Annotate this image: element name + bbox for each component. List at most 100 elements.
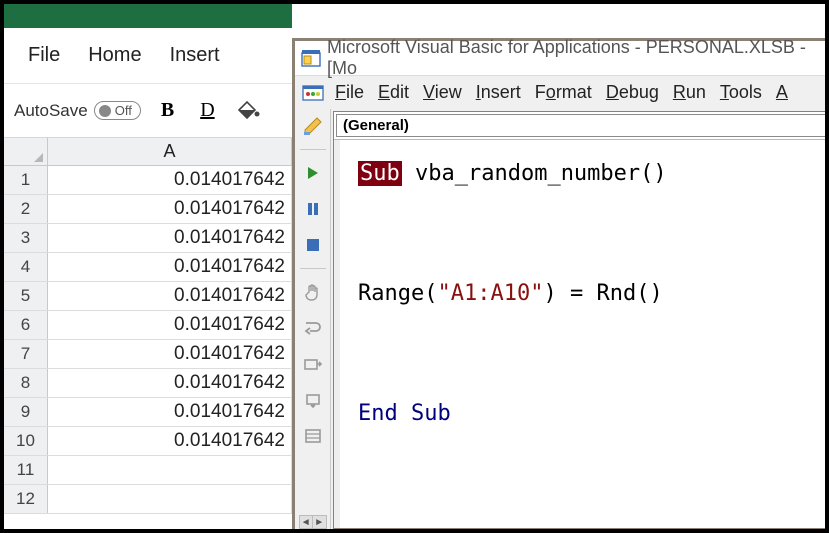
row-header[interactable]: 2 bbox=[4, 195, 48, 223]
sheet-row: 90.014017642 bbox=[4, 398, 292, 427]
menu-insert[interactable]: Insert bbox=[470, 80, 527, 105]
sheet-row: 50.014017642 bbox=[4, 282, 292, 311]
row-header[interactable]: 4 bbox=[4, 253, 48, 281]
column-header-a[interactable]: A bbox=[48, 138, 292, 165]
break-icon[interactable] bbox=[300, 196, 326, 222]
vbe-window: Microsoft Visual Basic for Applications … bbox=[292, 38, 825, 529]
kw-sub: Sub bbox=[358, 161, 402, 186]
row-header[interactable]: 11 bbox=[4, 456, 48, 484]
menu-edit[interactable]: Edit bbox=[372, 80, 415, 105]
tab-home[interactable]: Home bbox=[74, 38, 155, 73]
range-call: Range bbox=[358, 281, 424, 306]
object-dropdown-text: (General) bbox=[343, 117, 409, 134]
excel-titlebar bbox=[4, 4, 292, 28]
cell[interactable] bbox=[48, 485, 292, 513]
sheet-row: 80.014017642 bbox=[4, 369, 292, 398]
vbe-app-icon bbox=[301, 49, 321, 67]
row-header[interactable]: 10 bbox=[4, 427, 48, 455]
arrow-right-icon: ► bbox=[312, 516, 326, 528]
menu-addins[interactable]: A bbox=[770, 80, 794, 105]
sheet-row: 60.014017642 bbox=[4, 311, 292, 340]
underline-button[interactable]: D bbox=[194, 97, 220, 124]
vbe-side-toolbar: ◄ ► bbox=[295, 109, 331, 529]
cell[interactable]: 0.014017642 bbox=[48, 253, 292, 281]
menu-file[interactable]: File bbox=[329, 80, 370, 105]
code-pane: (General) Sub vba_random_number() Range(… bbox=[333, 111, 825, 529]
eq: = bbox=[557, 281, 597, 306]
cell[interactable]: 0.014017642 bbox=[48, 224, 292, 252]
autosave-state: Off bbox=[115, 103, 132, 118]
hand-icon[interactable] bbox=[300, 279, 326, 305]
menu-view[interactable]: View bbox=[417, 80, 468, 105]
parens2: () bbox=[636, 281, 663, 306]
arrow-left-icon: ◄ bbox=[300, 516, 313, 528]
run-icon[interactable] bbox=[300, 160, 326, 186]
fill-color-button[interactable] bbox=[235, 100, 261, 122]
open-p: ( bbox=[424, 281, 437, 306]
excel-ribbon-tabs: File Home Insert bbox=[4, 28, 292, 84]
design-mode-icon[interactable] bbox=[300, 113, 326, 139]
spreadsheet-grid[interactable]: A 10.01401764220.01401764230.01401764240… bbox=[4, 138, 292, 529]
bold-button[interactable]: B bbox=[155, 97, 180, 124]
reset-icon[interactable] bbox=[300, 232, 326, 258]
code-dropdown-bar: (General) bbox=[334, 112, 825, 140]
autosave-toggle[interactable]: Off bbox=[94, 101, 141, 120]
cell[interactable]: 0.014017642 bbox=[48, 195, 292, 223]
vbe-menubar: File Edit View Insert Format Debug Run T… bbox=[295, 75, 825, 109]
step-over-icon[interactable] bbox=[300, 351, 326, 377]
proc-name: vba_random_number bbox=[402, 161, 640, 186]
sheet-row: 11 bbox=[4, 456, 292, 485]
menu-tools[interactable]: Tools bbox=[714, 80, 768, 105]
cell[interactable] bbox=[48, 456, 292, 484]
select-all-corner[interactable] bbox=[4, 138, 48, 165]
vbe-title-text: Microsoft Visual Basic for Applications … bbox=[327, 37, 823, 79]
cell[interactable]: 0.014017642 bbox=[48, 398, 292, 426]
cell[interactable]: 0.014017642 bbox=[48, 340, 292, 368]
column-headers: A bbox=[4, 138, 292, 166]
menu-run[interactable]: Run bbox=[667, 80, 712, 105]
vbe-system-icon[interactable] bbox=[299, 81, 327, 105]
sheet-row: 100.014017642 bbox=[4, 427, 292, 456]
excel-window: File Home Insert AutoSave Off B D bbox=[4, 4, 292, 529]
row-header[interactable]: 6 bbox=[4, 311, 48, 339]
sheet-row: 30.014017642 bbox=[4, 224, 292, 253]
step-into-icon[interactable] bbox=[300, 315, 326, 341]
sheet-row: 20.014017642 bbox=[4, 195, 292, 224]
row-header[interactable]: 9 bbox=[4, 398, 48, 426]
sheet-row: 10.014017642 bbox=[4, 166, 292, 195]
rnd: Rnd bbox=[596, 281, 636, 306]
sheet-row: 70.014017642 bbox=[4, 340, 292, 369]
object-dropdown[interactable]: (General) bbox=[336, 114, 825, 137]
cell[interactable]: 0.014017642 bbox=[48, 369, 292, 397]
row-header[interactable]: 5 bbox=[4, 282, 48, 310]
toggle-knob-icon bbox=[99, 105, 111, 117]
row-header[interactable]: 8 bbox=[4, 369, 48, 397]
code-editor[interactable]: Sub vba_random_number() Range("A1:A10") … bbox=[334, 140, 825, 528]
range-arg: "A1:A10" bbox=[437, 281, 543, 306]
row-header[interactable]: 3 bbox=[4, 224, 48, 252]
autosave-label: AutoSave bbox=[14, 101, 88, 121]
step-out-icon[interactable] bbox=[300, 387, 326, 413]
row-header[interactable]: 1 bbox=[4, 166, 48, 194]
autosave-control[interactable]: AutoSave Off bbox=[14, 101, 141, 121]
vbe-titlebar: Microsoft Visual Basic for Applications … bbox=[295, 41, 825, 75]
tab-file[interactable]: File bbox=[14, 38, 74, 73]
menu-format[interactable]: Format bbox=[529, 80, 598, 105]
tab-insert[interactable]: Insert bbox=[156, 38, 234, 73]
sheet-row: 40.014017642 bbox=[4, 253, 292, 282]
row-header[interactable]: 7 bbox=[4, 340, 48, 368]
close-p: ) bbox=[543, 281, 556, 306]
cell[interactable]: 0.014017642 bbox=[48, 166, 292, 194]
view-mode-switch[interactable]: ◄ ► bbox=[299, 515, 327, 529]
menu-debug[interactable]: Debug bbox=[600, 80, 665, 105]
kw-end: End bbox=[358, 401, 398, 426]
row-header[interactable]: 12 bbox=[4, 485, 48, 513]
bookmark-icon[interactable] bbox=[300, 423, 326, 449]
cell[interactable]: 0.014017642 bbox=[48, 311, 292, 339]
kw-sub2: Sub bbox=[398, 401, 451, 426]
excel-toolbar: AutoSave Off B D bbox=[4, 84, 292, 138]
parens: () bbox=[640, 161, 667, 186]
cell[interactable]: 0.014017642 bbox=[48, 282, 292, 310]
cell[interactable]: 0.014017642 bbox=[48, 427, 292, 455]
sheet-row: 12 bbox=[4, 485, 292, 514]
